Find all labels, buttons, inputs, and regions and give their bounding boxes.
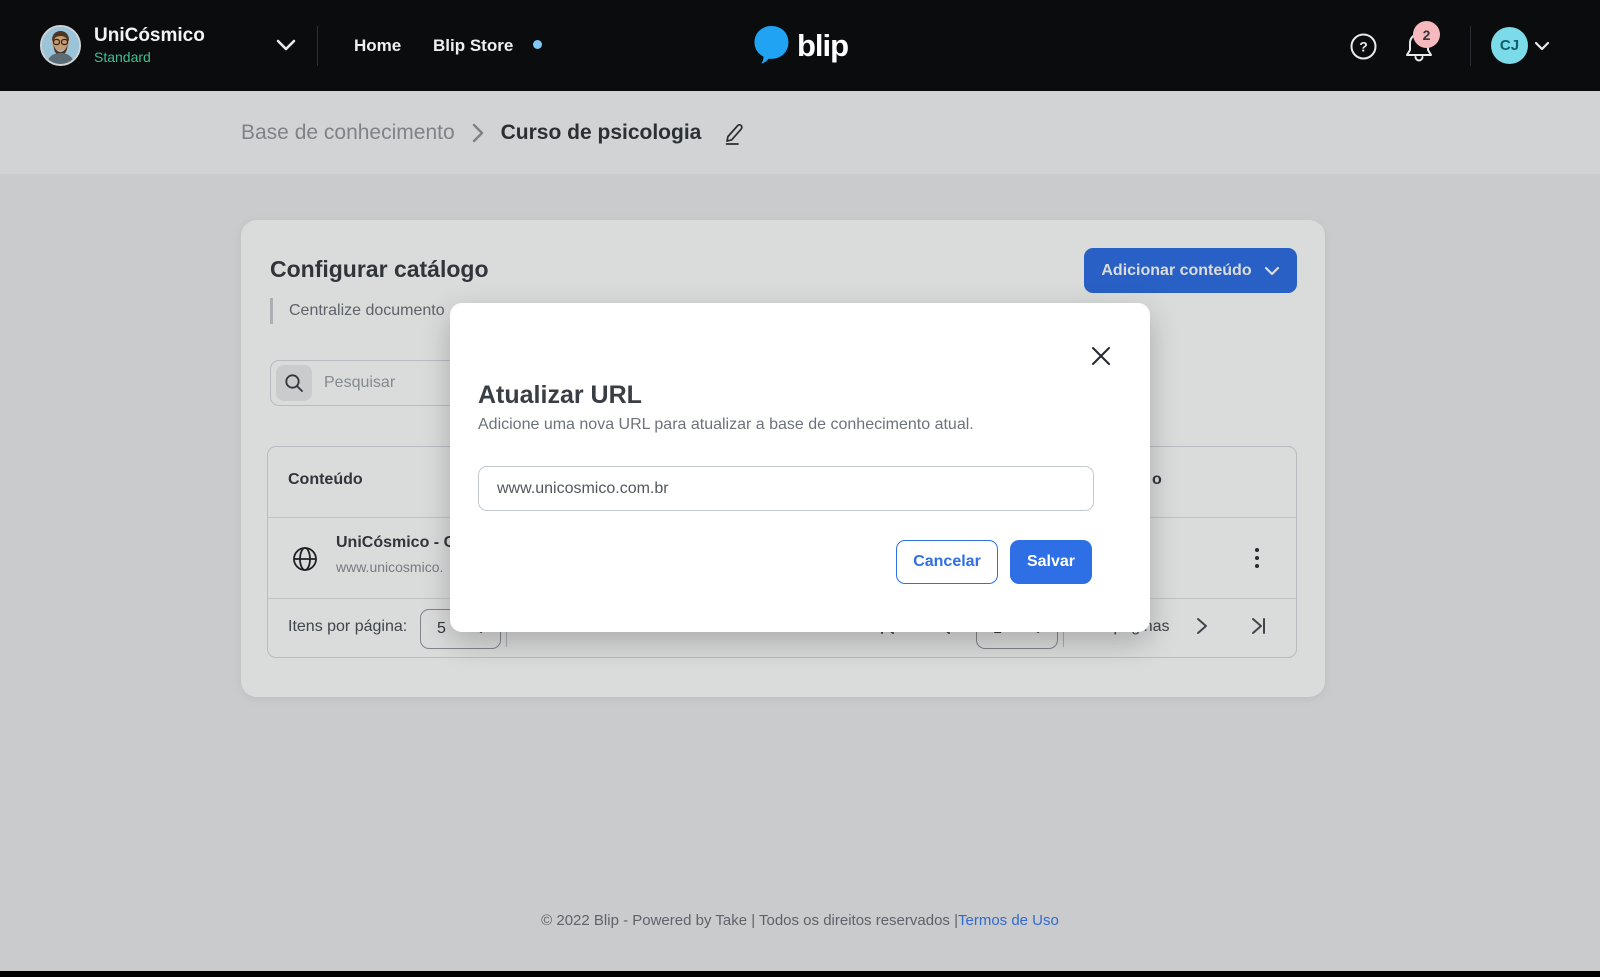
org-plan-badge: Standard bbox=[94, 48, 205, 66]
url-input[interactable] bbox=[478, 466, 1094, 511]
blip-store-notification-dot bbox=[533, 40, 542, 49]
nav-blip-store[interactable]: Blip Store bbox=[433, 0, 513, 91]
modal-title: Atualizar URL bbox=[478, 381, 642, 410]
org-avatar-illustration bbox=[42, 27, 79, 64]
notification-badge[interactable]: 2 bbox=[1413, 21, 1440, 48]
topbar: UniCósmico Standard Home Blip Store blip… bbox=[0, 0, 1600, 91]
topbar-divider bbox=[317, 26, 318, 66]
svg-text:?: ? bbox=[1359, 39, 1368, 55]
modal-description: Adicione uma nova URL para atualizar a b… bbox=[478, 416, 974, 434]
org-block: UniCósmico Standard bbox=[94, 24, 205, 66]
blip-logo-text: blip bbox=[797, 28, 848, 64]
update-url-modal: Atualizar URL Adicione uma nova URL para… bbox=[450, 303, 1150, 632]
save-button[interactable]: Salvar bbox=[1010, 540, 1092, 584]
help-icon: ? bbox=[1350, 33, 1377, 60]
nav-home[interactable]: Home bbox=[354, 0, 401, 91]
blip-logo: blip bbox=[752, 0, 848, 91]
application-window: UniCósmico Standard Home Blip Store blip… bbox=[0, 0, 1600, 977]
topbar-divider-2 bbox=[1470, 26, 1471, 66]
org-name: UniCósmico bbox=[94, 24, 205, 48]
modal-actions: Cancelar Salvar bbox=[896, 540, 1092, 584]
org-avatar[interactable] bbox=[40, 25, 81, 66]
bottom-window-edge bbox=[0, 971, 1600, 977]
org-switcher-chevron-icon[interactable] bbox=[276, 38, 296, 56]
blip-balloon-icon bbox=[752, 25, 790, 67]
close-icon bbox=[1090, 345, 1112, 367]
help-button[interactable]: ? bbox=[1350, 33, 1377, 65]
modal-close-button[interactable] bbox=[1088, 343, 1114, 369]
user-avatar[interactable]: CJ bbox=[1491, 27, 1528, 64]
user-menu-chevron-icon[interactable] bbox=[1534, 38, 1550, 56]
cancel-button[interactable]: Cancelar bbox=[896, 540, 998, 584]
